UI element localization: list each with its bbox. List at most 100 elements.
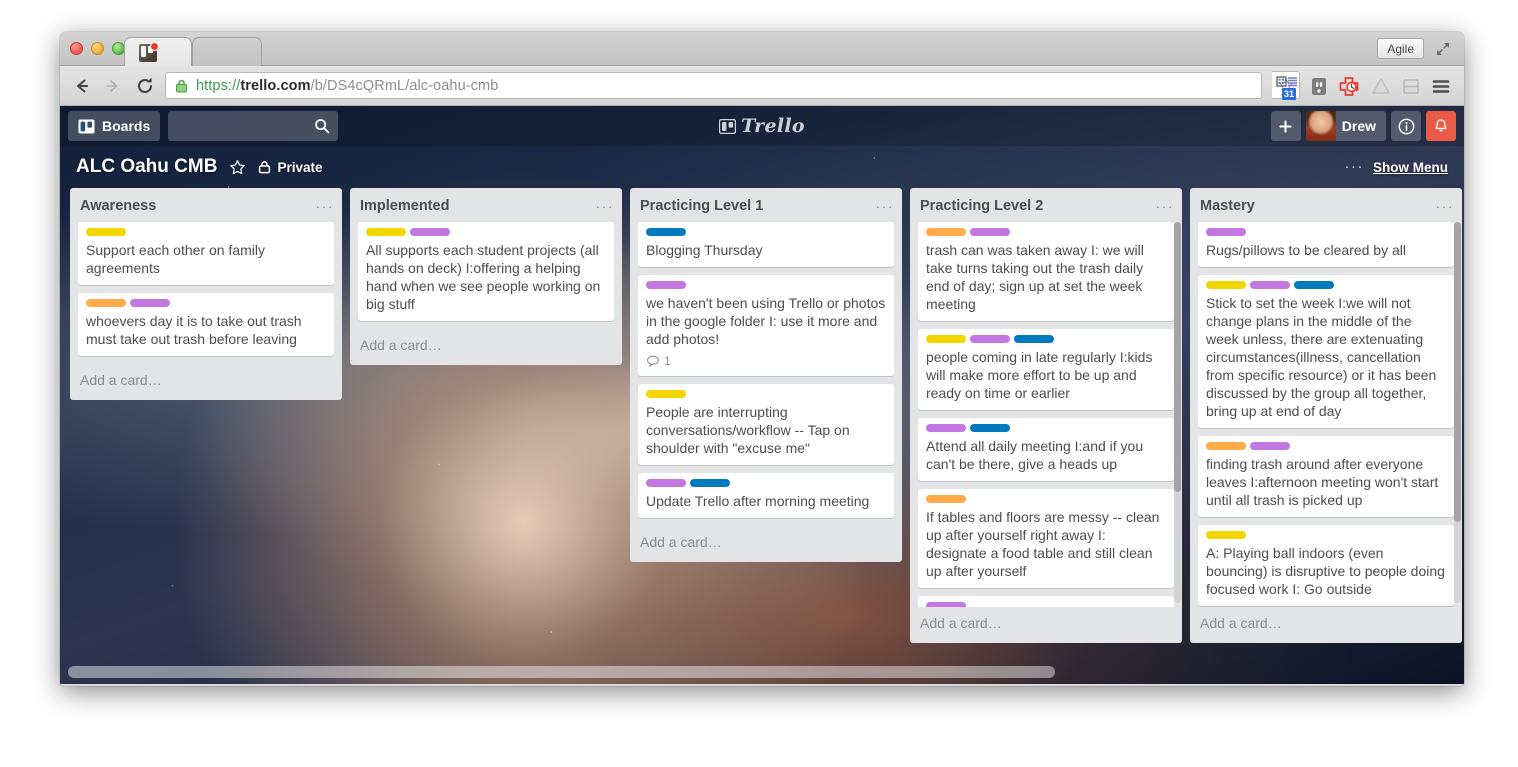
card[interactable]: Blogging Thursday <box>638 222 894 267</box>
list-menu-dots[interactable]: ··· <box>876 199 895 213</box>
back-button[interactable] <box>70 75 92 97</box>
card-labels <box>1206 531 1446 539</box>
boards-button[interactable]: Boards <box>68 111 161 141</box>
card-title: people coming in late regularly I:kids w… <box>926 349 1153 401</box>
card-labels <box>366 228 606 236</box>
card[interactable]: we haven't been using Trello or photos i… <box>638 275 894 376</box>
add-card-button[interactable]: Add a card… <box>70 364 342 400</box>
list-title[interactable]: Implemented <box>360 198 449 214</box>
card-list: trash can was taken away I: we will take… <box>910 222 1182 607</box>
card-labels <box>646 228 886 236</box>
card[interactable]: Attend all daily meeting I:and if you ca… <box>918 418 1174 481</box>
card-list: All supports each student projects (all … <box>350 222 622 329</box>
reload-button[interactable] <box>134 75 156 97</box>
card[interactable]: finding trash around after everyone leav… <box>1198 436 1454 517</box>
list-header: Awareness ··· <box>70 188 342 222</box>
board-scrollbar-thumb[interactable] <box>68 666 1055 678</box>
avatar <box>1305 111 1336 141</box>
card-label-orange <box>86 299 126 307</box>
list-menu-dots[interactable]: ··· <box>596 199 615 213</box>
card-title: we haven't been using Trello or photos i… <box>646 295 886 347</box>
card[interactable]: Stick to set the week I:we will not chan… <box>1198 275 1454 428</box>
agile-button[interactable]: Agile <box>1377 38 1424 59</box>
card[interactable]: All supports each student projects (all … <box>358 222 614 321</box>
card-label-orange <box>926 495 966 503</box>
card[interactable]: people coming in late regularly I:kids w… <box>918 329 1174 410</box>
browser-menu-icon[interactable] <box>1430 76 1452 97</box>
card-title: Blogging Thursday <box>646 242 763 258</box>
search-icon[interactable] <box>314 118 330 134</box>
card-label-purple <box>970 228 1010 236</box>
list-title[interactable]: Mastery <box>1200 198 1255 214</box>
minimize-window-button[interactable] <box>91 42 104 55</box>
card-list: Rugs/pillows to be cleared by all Stick t… <box>1190 222 1462 607</box>
list-title[interactable]: Practicing Level 2 <box>920 198 1043 214</box>
split-view-extension-icon[interactable] <box>1400 76 1422 97</box>
add-card-button[interactable]: Add a card… <box>1190 607 1462 643</box>
board-visibility[interactable]: Private <box>258 160 322 175</box>
url-text: https://trello.com/b/DS4cQRmL/alc-oahu-c… <box>196 78 498 94</box>
card[interactable]: Rugs/pillows to be cleared by all <box>1198 222 1454 267</box>
member-menu[interactable]: Drew <box>1305 111 1386 141</box>
trello-logo-text: Trello <box>741 115 805 137</box>
card-label-purple <box>410 228 450 236</box>
board-star-icon[interactable] <box>229 159 246 176</box>
browser-tab-active[interactable] <box>124 37 192 66</box>
list-title[interactable]: Awareness <box>80 198 156 214</box>
board-title[interactable]: ALC Oahu CMB <box>76 156 217 178</box>
card-label-blue <box>646 228 686 236</box>
card[interactable]: People are interrupting conversations/wo… <box>638 384 894 465</box>
list-menu-dots[interactable]: ··· <box>1436 199 1455 213</box>
card-label-blue <box>1014 335 1054 343</box>
card-label-purple <box>1250 281 1290 289</box>
close-window-button[interactable] <box>70 42 83 55</box>
board-horizontal-scrollbar[interactable] <box>60 666 1464 678</box>
add-card-button[interactable]: Add a card… <box>350 329 622 365</box>
add-button[interactable] <box>1270 111 1301 141</box>
boards-button-label: Boards <box>102 118 151 134</box>
member-name: Drew <box>1341 118 1376 134</box>
card-label-blue <box>970 424 1010 432</box>
card-label-yellow <box>1206 281 1246 289</box>
browser-tab-inactive[interactable] <box>192 37 262 66</box>
add-card-button[interactable]: Add a card… <box>630 526 902 562</box>
google-drive-extension-icon[interactable] <box>1370 76 1392 97</box>
red-cross-clock-extension-icon[interactable] <box>1338 76 1360 97</box>
card[interactable]: trash can was taken away I: we will take… <box>918 222 1174 321</box>
card-labels <box>926 424 1166 432</box>
search-input[interactable] <box>168 111 339 141</box>
card[interactable]: Update Trello after morning meeting <box>638 473 894 518</box>
fullscreen-icon[interactable] <box>1434 40 1452 58</box>
show-menu-link[interactable]: Show Menu <box>1373 160 1448 175</box>
notifications-bell-icon[interactable] <box>1426 111 1456 141</box>
list-menu-dots[interactable]: ··· <box>316 199 335 213</box>
card-list: Support each other on family agreements w… <box>70 222 342 364</box>
card-labels <box>926 495 1166 503</box>
trello-logo[interactable]: Trello <box>702 115 822 137</box>
comment-count: 1 <box>664 354 671 368</box>
add-card-button[interactable]: Add a card… <box>910 607 1182 643</box>
list-header: Practicing Level 2 ··· <box>910 188 1182 222</box>
card-labels <box>926 228 1166 236</box>
card[interactable] <box>918 596 1174 607</box>
card[interactable]: Support each other on family agreements <box>78 222 334 285</box>
board-menu-dots[interactable]: ··· <box>1345 159 1365 174</box>
card-label-yellow <box>86 228 126 236</box>
list-scrollbar-thumb[interactable] <box>1174 222 1181 492</box>
search-box[interactable] <box>168 111 339 141</box>
card[interactable]: whoevers day it is to take out trash mus… <box>78 293 334 356</box>
card-label-yellow <box>646 390 686 398</box>
forward-button[interactable] <box>102 75 124 97</box>
info-button[interactable] <box>1391 111 1421 141</box>
list-menu-dots[interactable]: ··· <box>1156 199 1175 213</box>
list-scrollbar-thumb[interactable] <box>1454 222 1461 522</box>
trello-header-actions: Drew <box>1270 111 1456 141</box>
card-title: Rugs/pillows to be cleared by all <box>1206 242 1406 258</box>
tab-notification-dot-icon <box>150 42 159 51</box>
trello-app: Boards Trello Drew ALC Oahu CMB Private … <box>60 106 1464 684</box>
list-title[interactable]: Practicing Level 1 <box>640 198 763 214</box>
card[interactable]: A: Playing ball indoors (even bouncing) … <box>1198 525 1454 606</box>
outlet-extension-icon[interactable] <box>1308 76 1330 97</box>
card[interactable]: If tables and floors are messy -- clean … <box>918 489 1174 588</box>
url-bar[interactable]: https://trello.com/b/DS4cQRmL/alc-oahu-c… <box>165 72 1262 99</box>
